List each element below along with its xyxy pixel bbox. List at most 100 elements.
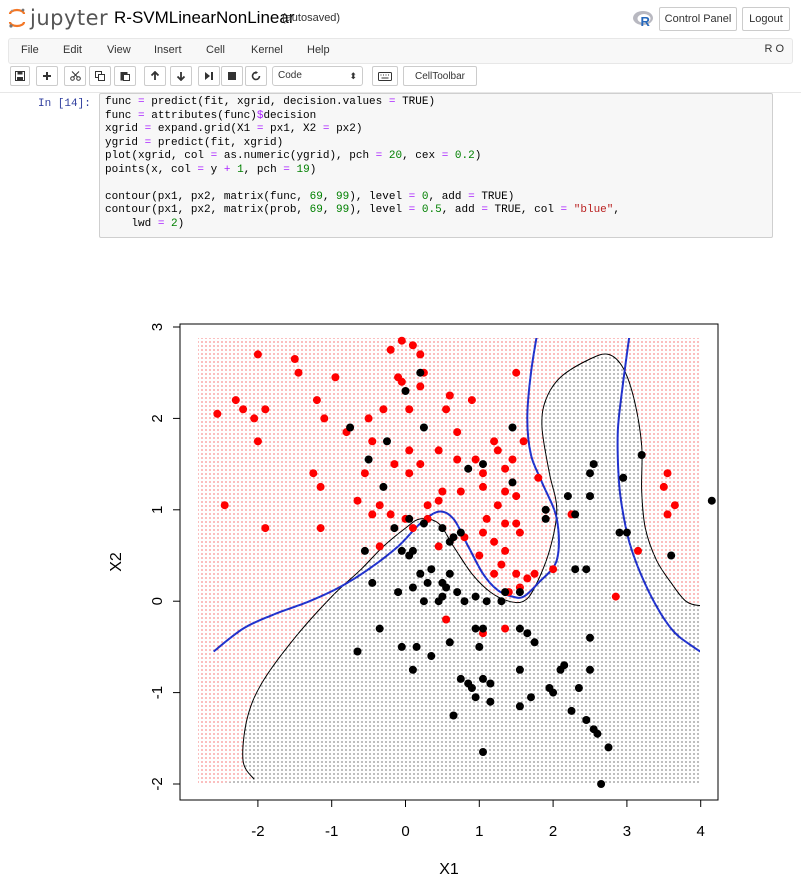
red-class-point [471,455,480,464]
black-class-point [486,697,495,706]
black-class-point [593,729,602,738]
black-class-point [549,688,558,697]
y-tick-label: -1 [149,686,166,699]
red-class-point [659,482,668,491]
black-class-point [427,652,436,660]
red-class-point [512,569,521,578]
red-class-point [434,446,443,455]
red-class-point [316,524,325,533]
black-class-point [582,565,591,574]
red-class-point [482,514,491,523]
red-class-point [375,501,384,510]
black-class-point [419,519,428,528]
svm-decision-plot: -2 -1 0 1 2 3 4 -2 -1 0 1 2 3 X1 X2 [108,323,719,878]
y-axis-label: X2 [108,552,125,572]
red-class-point [453,428,462,437]
red-class-point [320,414,329,423]
black-class-point [515,702,524,711]
black-class-point [563,492,572,501]
red-class-point [408,524,417,533]
red-class-point [416,460,425,469]
red-class-point [253,350,262,359]
red-class-point [364,414,373,423]
red-class-point [530,569,539,578]
red-class-point [353,496,362,505]
red-class-point [423,501,432,510]
x-tick-label: 4 [697,823,705,840]
red-class-point [523,574,532,583]
black-class-point [471,693,480,702]
red-class-point [390,460,399,469]
black-class-point [541,505,550,514]
black-class-point [622,528,631,537]
red-class-point [663,469,672,478]
black-class-point [667,551,676,560]
red-class-point [479,469,487,478]
red-class-point [261,524,270,533]
black-class-point [497,597,506,606]
black-class-point [375,624,384,633]
black-class-point [427,565,436,574]
red-class-point [261,405,270,414]
black-class-point [453,588,462,597]
red-class-point [519,437,528,446]
black-class-point [408,583,417,592]
red-class-point [453,455,462,464]
red-class-point [634,546,642,555]
y-tick-label: 2 [149,414,166,422]
black-class-point [707,496,716,505]
black-class-point [412,642,421,651]
black-class-point [408,665,417,674]
red-class-point [512,519,521,528]
black-class-point [479,460,487,469]
red-class-point [416,382,425,391]
black-class-point [360,546,369,555]
black-class-point [423,578,432,587]
black-class-point [445,638,454,647]
black-class-point [449,711,458,720]
red-class-point [213,409,222,418]
black-class-point [364,455,373,464]
black-class-point [615,528,624,537]
black-class-point [445,569,454,578]
black-class-point [486,679,495,688]
black-class-point [571,565,580,574]
red-class-point [368,510,377,519]
red-class-point [405,446,414,455]
red-class-point [663,510,672,519]
black-class-point [604,743,613,752]
red-class-point [456,487,465,496]
red-class-point [309,469,318,478]
red-class-point [331,373,340,382]
red-class-point [397,336,406,345]
x-tick-label: -2 [251,823,264,840]
red-class-point [442,615,451,624]
black-class-point [560,661,569,670]
red-class-point [294,368,303,377]
red-class-point [512,368,521,377]
red-class-point [497,560,506,569]
red-class-point [501,519,510,528]
red-class-point [479,482,487,491]
black-class-point [515,624,524,633]
black-class-point [541,514,550,523]
black-class-point [586,665,594,674]
red-class-point [438,487,447,496]
red-class-point [397,377,406,386]
black-class-point [586,469,594,478]
black-class-point [456,674,465,683]
red-class-point [408,341,417,350]
black-class-point [582,716,591,724]
black-class-point [586,492,594,501]
black-class-point [467,684,476,692]
black-class-point [501,588,510,597]
black-class-point [405,551,414,560]
black-class-point [471,592,480,601]
red-class-point [434,496,443,505]
black-class-point [353,647,362,656]
red-class-point [445,391,454,400]
x-tick-label: -1 [325,823,338,840]
black-class-point [523,629,532,638]
x-tick-label: 1 [475,823,483,840]
black-class-point [637,451,646,459]
